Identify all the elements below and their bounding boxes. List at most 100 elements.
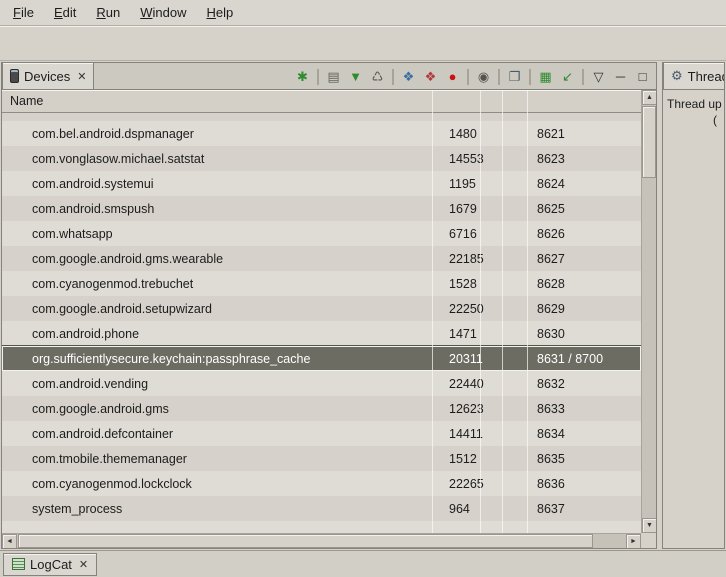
cause-gc-icon[interactable]: ♺ xyxy=(367,66,388,87)
process-pid: 22265 xyxy=(432,477,527,491)
process-port: 8635 xyxy=(527,452,641,466)
toolbar-separator xyxy=(529,69,531,85)
process-name: com.whatsapp xyxy=(2,227,432,241)
process-name: com.bel.android.dspmanager xyxy=(2,127,432,141)
menu-edit[interactable]: Edit xyxy=(44,1,86,24)
process-name: com.android.smspush xyxy=(2,202,432,216)
process-pid: 22185 xyxy=(432,252,527,266)
table-row[interactable]: com.whatsapp 6716 8626 xyxy=(2,221,641,246)
main-toolbar-strip xyxy=(0,26,726,61)
close-icon[interactable]: ✕ xyxy=(79,558,88,571)
minimize-icon[interactable]: ─ xyxy=(610,66,631,87)
process-port: 8634 xyxy=(527,427,641,441)
threads-message: Thread up ( xyxy=(663,90,724,134)
process-port: 8631 / 8700 xyxy=(527,352,641,366)
process-port: 8629 xyxy=(527,302,641,316)
table-row[interactable]: com.android.phone 1471 8630 xyxy=(2,321,641,346)
table-row[interactable]: com.vonglasow.michael.satstat 14553 8623 xyxy=(2,146,641,171)
process-pid: 14411 xyxy=(432,427,527,441)
process-port: 8630 xyxy=(527,327,641,341)
tab-threads[interactable]: ⚙ Threads xyxy=(663,63,724,89)
process-pid: 1528 xyxy=(432,277,527,291)
scrolled-partial-row xyxy=(2,113,641,121)
scroll-right-icon[interactable]: ► xyxy=(626,534,641,548)
horizontal-scrollbar[interactable]: ◄ ► xyxy=(2,533,641,548)
process-port: 8625 xyxy=(527,202,641,216)
menu-window[interactable]: Window xyxy=(130,1,196,24)
scroll-left-icon[interactable]: ◄ xyxy=(2,534,17,548)
update-threads-icon[interactable]: ❖ xyxy=(398,66,419,87)
process-table: Name com.bel.android.dspmanager 1480 862… xyxy=(2,90,656,548)
process-pid: 14553 xyxy=(432,152,527,166)
table-row[interactable]: com.android.defcontainer 14411 8634 xyxy=(2,421,641,446)
process-pid: 1512 xyxy=(432,452,527,466)
scroll-up-icon[interactable]: ▲ xyxy=(642,90,656,105)
scroll-down-icon[interactable]: ▼ xyxy=(642,518,656,533)
table-row[interactable]: com.android.systemui 1195 8624 xyxy=(2,171,641,196)
table-row[interactable]: org.sufficientlysecure.keychain:passphra… xyxy=(2,346,641,371)
devices-tabbar: Devices ✕ ✱▤▼♺❖❖●◉❐▦↙▽─□ xyxy=(2,63,656,90)
process-name: com.android.phone xyxy=(2,327,432,341)
process-port: 8636 xyxy=(527,477,641,491)
process-name: com.android.vending xyxy=(2,377,432,391)
process-pid: 22250 xyxy=(432,302,527,316)
tab-threads-label: Threads xyxy=(688,69,724,84)
table-row[interactable]: system_process 964 8637 xyxy=(2,496,641,521)
process-port: 8621 xyxy=(527,127,641,141)
vertical-scroll-thumb[interactable] xyxy=(642,106,656,178)
menu-bar: FileEditRunWindowHelp xyxy=(0,0,726,26)
debug-process-icon[interactable]: ✱ xyxy=(292,66,313,87)
scrollbar-corner xyxy=(641,533,656,548)
horizontal-scroll-thumb[interactable] xyxy=(18,534,593,548)
device-icon xyxy=(10,69,19,83)
stop-process-icon[interactable]: ● xyxy=(442,66,463,87)
menu-run[interactable]: Run xyxy=(86,1,130,24)
table-row[interactable]: com.tmobile.thememanager 1512 8635 xyxy=(2,446,641,471)
process-name: system_process xyxy=(2,502,432,516)
process-pid: 6716 xyxy=(432,227,527,241)
threads-tabbar: ⚙ Threads xyxy=(663,63,724,90)
table-row[interactable]: com.cyanogenmod.lockclock 22265 8636 xyxy=(2,471,641,496)
screen-capture-icon[interactable]: ◉ xyxy=(473,66,494,87)
process-name: com.google.android.setupwizard xyxy=(2,302,432,316)
close-icon[interactable]: ✕ xyxy=(77,70,86,83)
process-name: com.android.systemui xyxy=(2,177,432,191)
tab-devices-label: Devices xyxy=(24,69,70,84)
tab-devices[interactable]: Devices ✕ xyxy=(2,63,94,89)
ui-hierarchy-icon[interactable]: ▦ xyxy=(535,66,556,87)
logcat-icon xyxy=(12,558,25,570)
menu-help[interactable]: Help xyxy=(196,1,243,24)
toolbar-separator xyxy=(582,69,584,85)
process-pid: 1480 xyxy=(432,127,527,141)
table-row[interactable]: com.google.android.setupwizard 22250 862… xyxy=(2,296,641,321)
process-pid: 12623 xyxy=(432,402,527,416)
process-name: com.google.android.gms.wearable xyxy=(2,252,432,266)
table-row[interactable]: com.android.vending 22440 8632 xyxy=(2,371,641,396)
process-port: 8627 xyxy=(527,252,641,266)
table-row[interactable]: com.google.android.gms 12623 8633 xyxy=(2,396,641,421)
update-heap-icon[interactable]: ▤ xyxy=(323,66,344,87)
main-area: Devices ✕ ✱▤▼♺❖❖●◉❐▦↙▽─□ Name com.bel.an… xyxy=(1,62,725,549)
threads-message-line1: Thread up xyxy=(667,96,720,112)
menu-file[interactable]: File xyxy=(3,1,44,24)
table-row[interactable]: com.cyanogenmod.trebuchet 1528 8628 xyxy=(2,271,641,296)
tab-logcat[interactable]: LogCat ✕ xyxy=(3,553,97,576)
dump-hprof-icon[interactable]: ▼ xyxy=(345,66,366,87)
toolbar-separator xyxy=(498,69,500,85)
table-row[interactable]: com.android.smspush 1679 8625 xyxy=(2,196,641,221)
process-port: 8632 xyxy=(527,377,641,391)
table-row[interactable]: com.google.android.gms.wearable 22185 86… xyxy=(2,246,641,271)
toolbar-separator xyxy=(467,69,469,85)
view-menu-icon[interactable]: ▽ xyxy=(588,66,609,87)
process-port: 8628 xyxy=(527,277,641,291)
systrace-icon[interactable]: ↙ xyxy=(557,66,578,87)
table-row[interactable]: com.bel.android.dspmanager 1480 8621 xyxy=(2,121,641,146)
process-rows: com.bel.android.dspmanager 1480 8621 com… xyxy=(2,121,641,521)
method-profiling-icon[interactable]: ❖ xyxy=(420,66,441,87)
vertical-scrollbar[interactable]: ▲ ▼ xyxy=(641,90,656,533)
devices-toolbar: ✱▤▼♺❖❖●◉❐▦↙▽─□ xyxy=(292,66,653,87)
process-name: com.google.android.gms xyxy=(2,402,432,416)
process-name: com.tmobile.thememanager xyxy=(2,452,432,466)
screen-mirror-icon[interactable]: ❐ xyxy=(504,66,525,87)
maximize-icon[interactable]: □ xyxy=(632,66,653,87)
